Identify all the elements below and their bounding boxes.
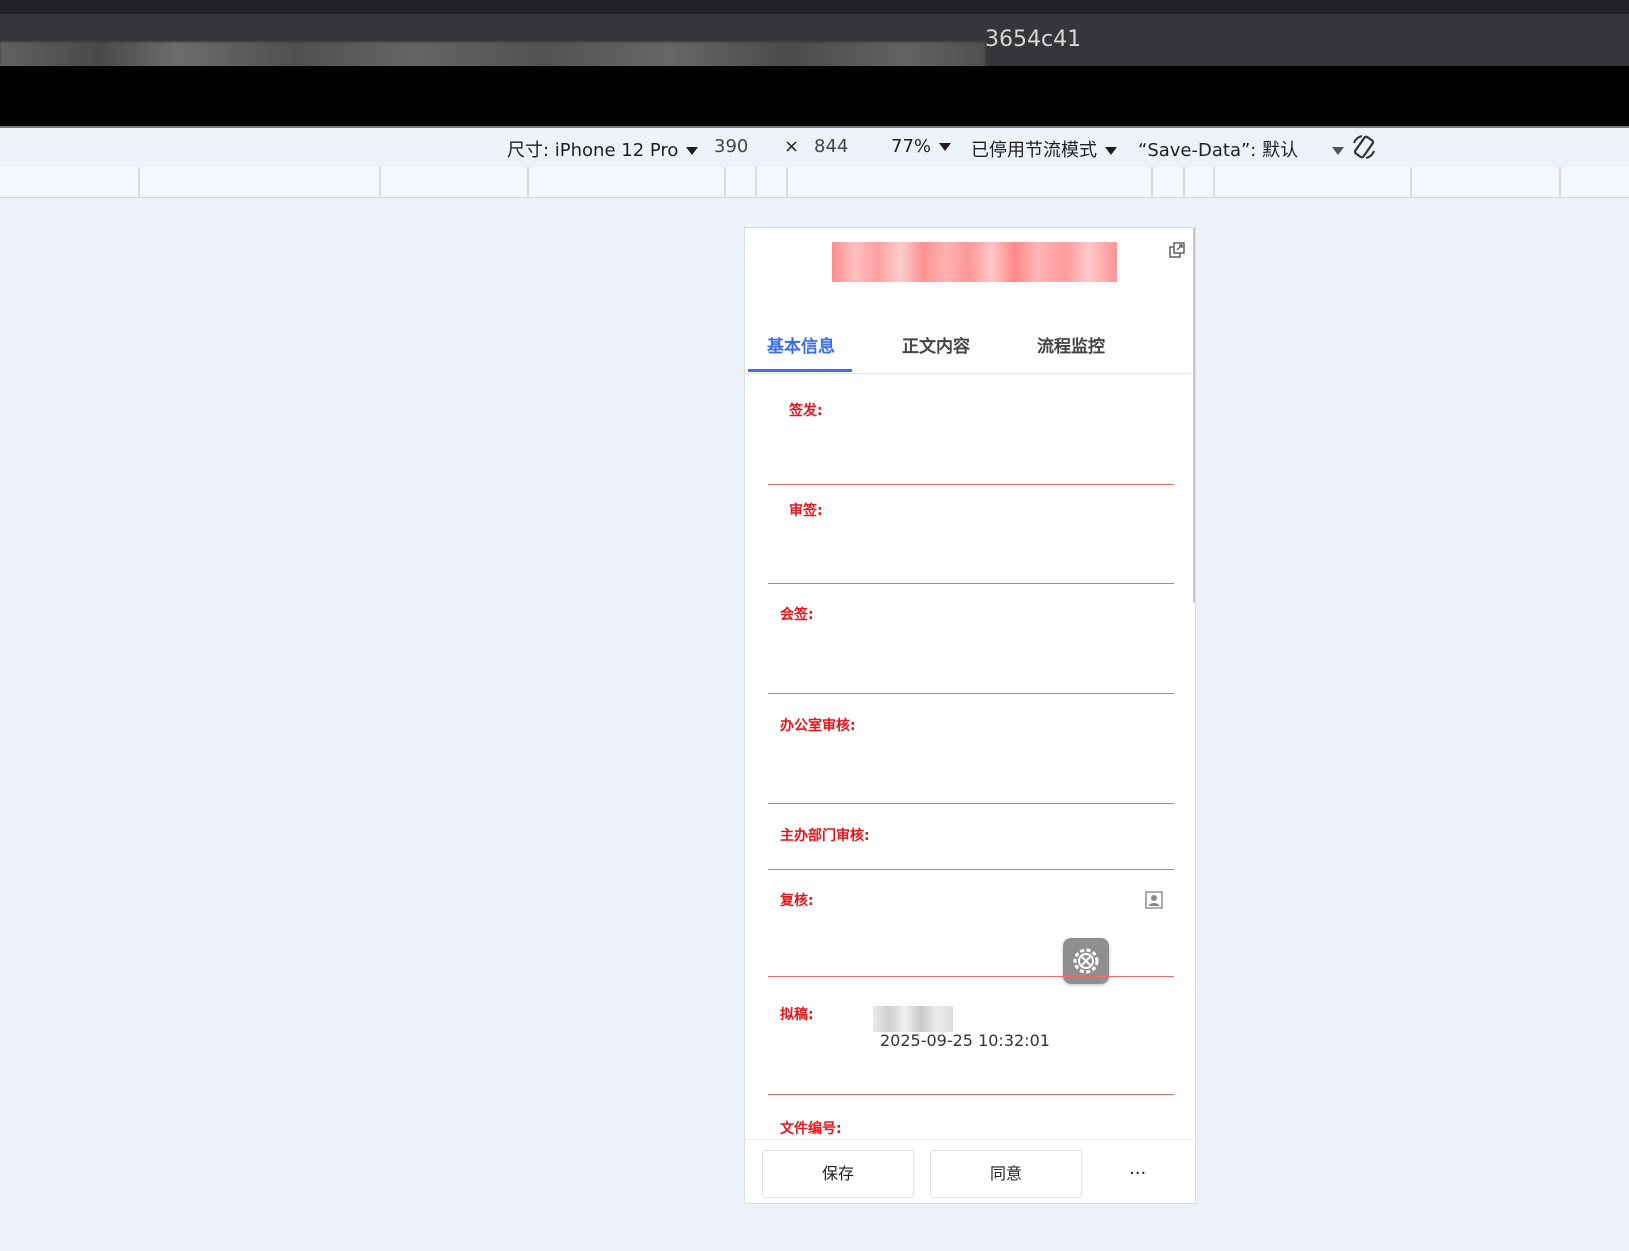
browser-top-strip bbox=[0, 0, 1629, 14]
throttling-label: 已停用节流模式 bbox=[971, 140, 1097, 161]
field-divider bbox=[768, 583, 1174, 584]
more-button[interactable]: ... bbox=[1129, 1158, 1146, 1179]
field-divider bbox=[768, 484, 1174, 485]
media-query-ruler bbox=[0, 167, 1629, 198]
active-tab-indicator bbox=[748, 369, 852, 372]
save-button[interactable]: 保存 bbox=[762, 1150, 914, 1198]
tab-process-monitor[interactable]: 流程监控 bbox=[1037, 332, 1105, 357]
field-label-issue: 签发: bbox=[789, 403, 823, 419]
field-divider bbox=[768, 1094, 1174, 1095]
field-divider bbox=[768, 803, 1174, 804]
tab-body-content[interactable]: 正文内容 bbox=[902, 332, 970, 357]
expand-icon[interactable] bbox=[1169, 242, 1185, 258]
device-toolbar: 尺寸: iPhone 12 Pro 390 × 844 77% 已停用节流模式 … bbox=[0, 128, 1629, 168]
device-select[interactable]: 尺寸: iPhone 12 Pro bbox=[507, 136, 699, 162]
throttling-select[interactable]: 已停用节流模式 bbox=[971, 136, 1117, 162]
zoom-label: 77% bbox=[891, 136, 932, 157]
draft-timestamp: 2025-09-25 10:32:01 bbox=[880, 1031, 1050, 1050]
field-label-review-sign: 审签: bbox=[789, 503, 823, 519]
scrollbar[interactable] bbox=[1193, 228, 1195, 603]
chevron-down-icon bbox=[1332, 147, 1345, 155]
chevron-down-icon bbox=[939, 143, 952, 151]
drafter-name-redacted bbox=[873, 1006, 953, 1032]
chevron-down-icon bbox=[686, 147, 699, 155]
field-label-draft: 拟稿: bbox=[780, 1007, 814, 1023]
user-select-icon[interactable] bbox=[1145, 891, 1163, 909]
field-divider bbox=[768, 976, 1174, 977]
height-input[interactable]: 844 bbox=[814, 136, 848, 157]
url-text[interactable]: 3654c41 bbox=[985, 27, 1081, 52]
field-label-recheck: 复核: bbox=[780, 893, 814, 909]
rotate-icon[interactable] bbox=[1350, 133, 1378, 161]
action-footer: 保存 同意 ... bbox=[745, 1139, 1193, 1203]
gear-icon bbox=[1073, 948, 1099, 974]
zoom-select[interactable]: 77% bbox=[891, 136, 952, 157]
field-label-file-number: 文件编号: bbox=[780, 1121, 842, 1137]
address-bar[interactable] bbox=[0, 14, 1629, 68]
width-input[interactable]: 390 bbox=[714, 136, 748, 157]
phone-viewport: 基本信息 正文内容 流程监控 签发: 审签: 会签: 办公室审核: 主办部门审核… bbox=[744, 227, 1196, 1204]
tab-basic-info[interactable]: 基本信息 bbox=[767, 332, 835, 357]
browser-toolbar-area bbox=[0, 66, 1629, 126]
field-divider bbox=[768, 693, 1174, 694]
url-redacted bbox=[0, 42, 985, 68]
times-sign: × bbox=[784, 136, 800, 157]
chevron-down-icon bbox=[1105, 147, 1117, 155]
field-label-countersign: 会签: bbox=[780, 607, 814, 623]
field-divider bbox=[768, 869, 1174, 870]
agree-button[interactable]: 同意 bbox=[930, 1150, 1082, 1198]
document-title-redacted bbox=[832, 242, 1117, 282]
floating-tools-button[interactable] bbox=[1063, 938, 1109, 984]
field-label-office-review: 办公室审核: bbox=[780, 718, 856, 734]
tab-bar: 基本信息 正文内容 流程监控 bbox=[745, 318, 1193, 374]
save-data-select[interactable]: “Save-Data”: 默认 bbox=[1138, 136, 1345, 162]
field-label-dept-review: 主办部门审核: bbox=[780, 828, 870, 844]
device-select-label: 尺寸: iPhone 12 Pro bbox=[507, 140, 679, 161]
save-data-label: “Save-Data”: 默认 bbox=[1138, 140, 1299, 161]
